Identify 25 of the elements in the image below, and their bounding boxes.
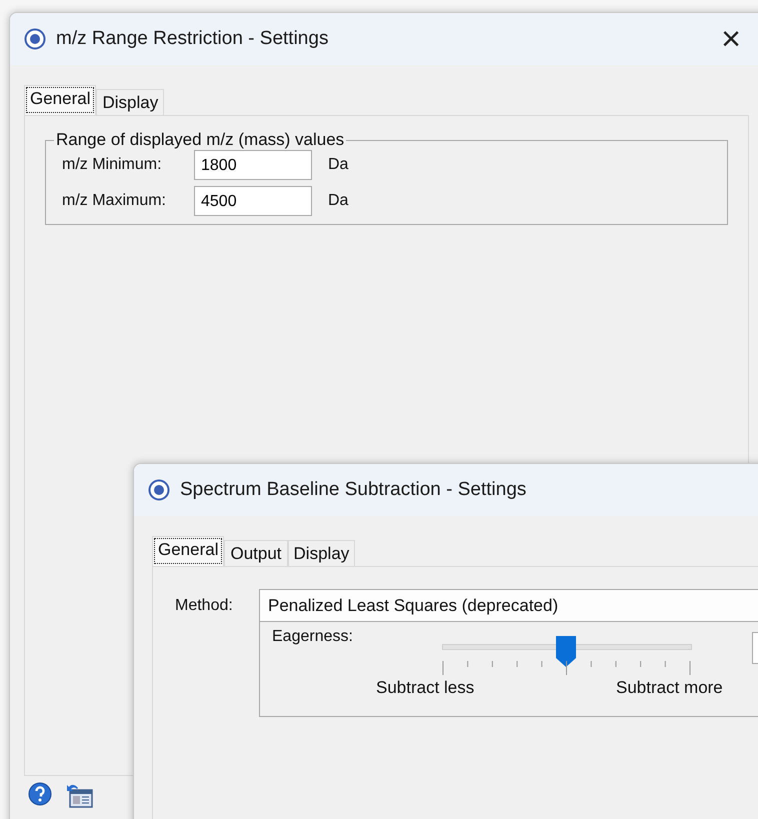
window-title: Spectrum Baseline Subtraction - Settings	[180, 479, 526, 501]
close-button[interactable]: ×	[721, 22, 741, 56]
app-logo-icon	[148, 479, 170, 501]
tab[interactable]: Output	[224, 540, 288, 566]
window-title: m/z Range Restriction - Settings	[56, 28, 328, 50]
tab[interactable]: General	[24, 85, 96, 115]
slider-max-label: Subtract more	[616, 678, 723, 698]
field-label: Method:	[175, 596, 234, 614]
method-dropdown[interactable]: Penalized Least Squares (deprecated)	[259, 589, 758, 622]
tab[interactable]: General	[152, 536, 224, 566]
input-field[interactable]: 4500	[194, 186, 312, 216]
group-title: Range of displayed m/z (mass) values	[55, 130, 346, 150]
unit-label: Da	[328, 192, 348, 210]
slider-thumb[interactable]	[554, 634, 578, 668]
tab[interactable]: Display	[96, 89, 164, 115]
tab[interactable]: Display	[288, 540, 356, 566]
slider-min-label: Subtract less	[376, 678, 474, 698]
input-field[interactable]: 1800	[194, 150, 312, 180]
help-icon[interactable]	[28, 782, 52, 806]
app-logo-icon	[24, 28, 46, 50]
field-label: m/z Maximum:	[62, 192, 167, 210]
slider-label: Eagerness:	[272, 628, 353, 646]
unit-label: Da	[328, 156, 348, 174]
field-label: m/z Minimum:	[62, 156, 163, 174]
restore-defaults-icon[interactable]	[66, 782, 94, 808]
